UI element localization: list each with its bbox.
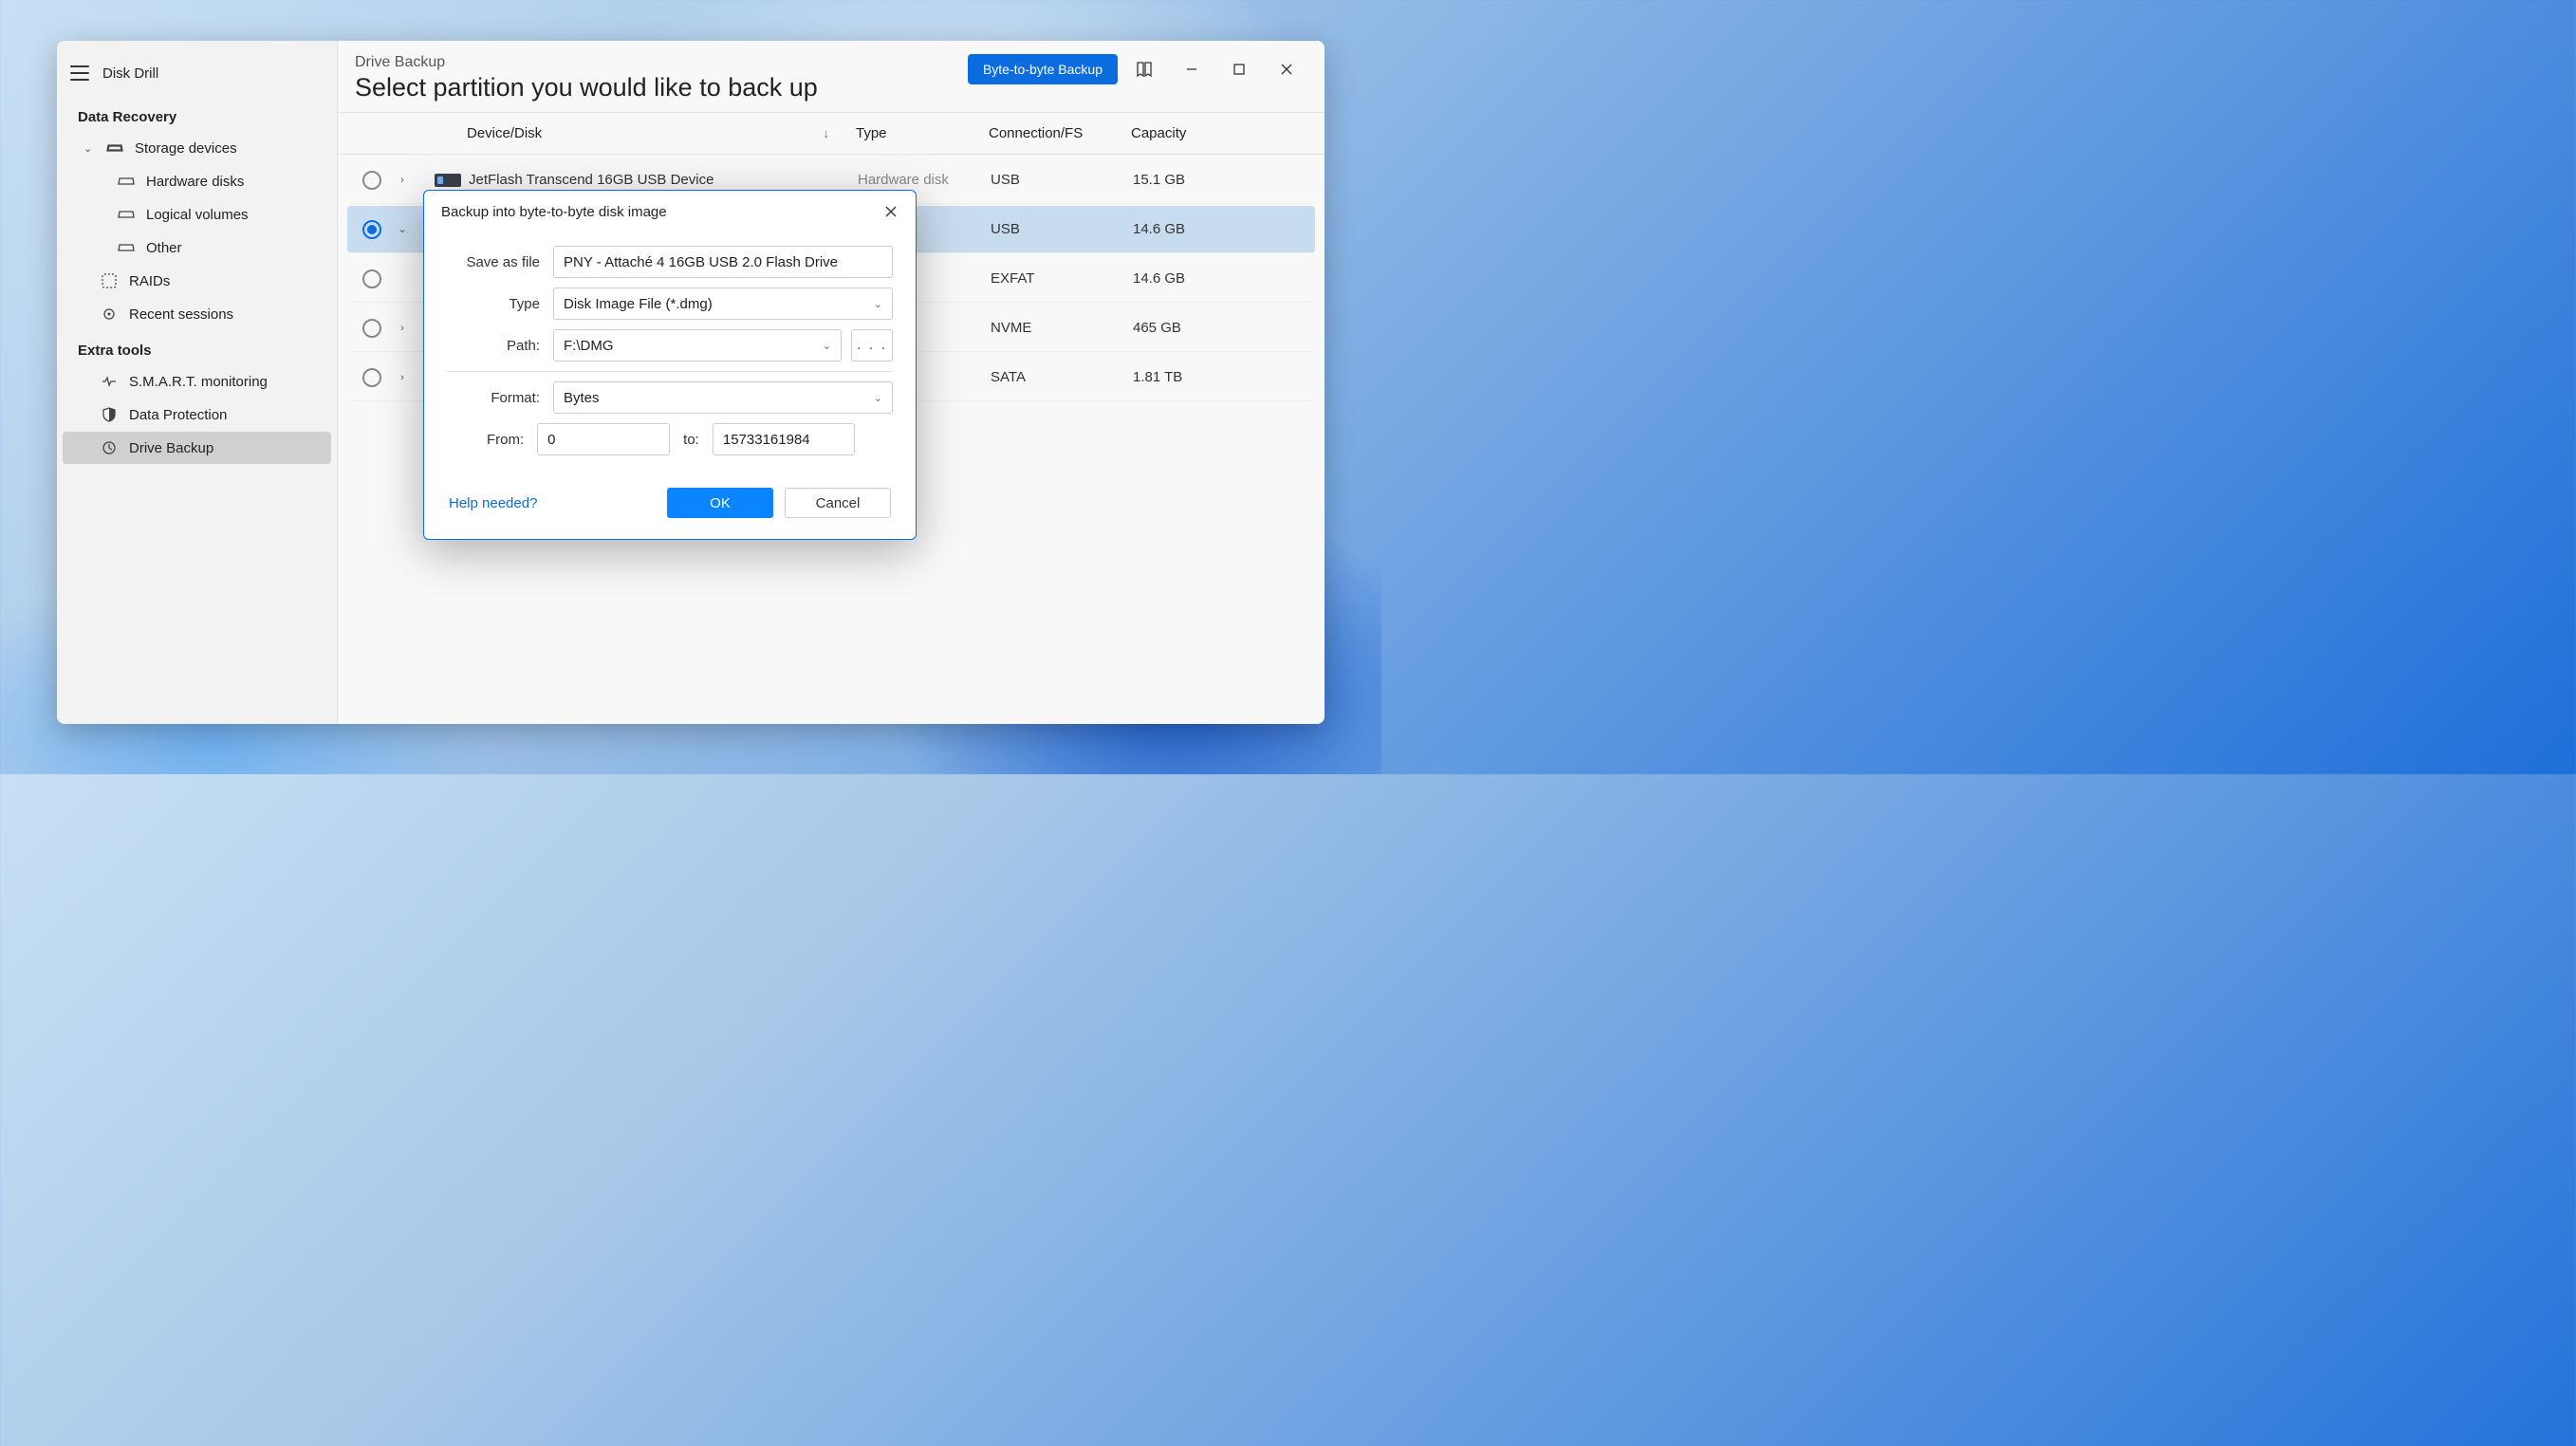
device-type: Hardware disk <box>858 172 991 188</box>
sidebar: Disk Drill Data Recovery ⌄ Storage devic… <box>57 41 338 724</box>
label: Recent sessions <box>129 306 233 323</box>
close-icon[interactable] <box>880 200 902 223</box>
type-label: Type <box>447 296 540 312</box>
chevron-right-icon[interactable]: › <box>397 372 408 383</box>
bookmark-icon[interactable] <box>1123 55 1165 83</box>
drive-icon <box>118 173 135 190</box>
device-capacity: 465 GB <box>1133 320 1275 336</box>
format-label: Format: <box>447 390 540 406</box>
radio-button[interactable] <box>362 319 381 338</box>
drive-icon <box>118 206 135 223</box>
sidebar-item-smart[interactable]: S.M.A.R.T. monitoring <box>63 365 331 398</box>
save-as-input[interactable] <box>553 246 893 278</box>
save-as-label: Save as file <box>447 254 540 270</box>
col-capacity[interactable]: Capacity <box>1123 125 1266 141</box>
app-name: Disk Drill <box>102 65 158 82</box>
section-extra-tools: Extra tools <box>57 331 337 364</box>
table-header: Device/Disk ↓ Type Connection/FS Capacit… <box>338 113 1325 155</box>
device-capacity: 15.1 GB <box>1133 172 1275 188</box>
col-connection[interactable]: Connection/FS <box>981 125 1123 141</box>
byte-to-byte-backup-button[interactable]: Byte-to-byte Backup <box>968 54 1118 84</box>
col-type[interactable]: Type <box>848 125 981 141</box>
radio-button[interactable] <box>362 269 381 288</box>
label: Logical volumes <box>146 207 249 223</box>
sidebar-item-drive-backup[interactable]: Drive Backup <box>63 432 331 464</box>
sidebar-item-other[interactable]: Other <box>63 232 331 264</box>
to-input[interactable] <box>713 423 855 455</box>
col-device[interactable]: Device/Disk <box>467 125 542 141</box>
from-input[interactable] <box>537 423 670 455</box>
titlebar: Disk Drill <box>57 48 337 98</box>
sidebar-item-data-protection[interactable]: Data Protection <box>63 399 331 431</box>
device-conn: USB <box>991 172 1133 188</box>
page-title: Select partition you would like to back … <box>355 73 968 102</box>
label: S.M.A.R.T. monitoring <box>129 374 268 390</box>
chevron-right-icon[interactable]: › <box>397 175 408 186</box>
label: Other <box>146 240 182 256</box>
dialog-title: Backup into byte-to-byte disk image <box>441 204 667 220</box>
maximize-button[interactable] <box>1218 55 1260 83</box>
cancel-button[interactable]: Cancel <box>785 488 891 518</box>
drive-icon <box>118 239 135 256</box>
path-label: Path: <box>447 338 540 354</box>
chevron-down-icon: ⌄ <box>874 298 882 310</box>
chevron-right-icon[interactable]: › <box>397 323 408 334</box>
device-conn: SATA <box>991 369 1133 385</box>
browse-button[interactable]: . . . <box>851 329 893 362</box>
label: RAIDs <box>129 273 170 289</box>
close-button[interactable] <box>1266 55 1307 83</box>
main-header: Drive Backup Select partition you would … <box>338 41 1325 113</box>
path-select[interactable]: F:\DMG ⌄ <box>553 329 842 362</box>
format-select[interactable]: Bytes ⌄ <box>553 381 893 414</box>
label: Drive Backup <box>129 440 213 456</box>
type-select[interactable]: Disk Image File (*.dmg) ⌄ <box>553 287 893 320</box>
device-capacity: 14.6 GB <box>1133 270 1275 287</box>
disk-icon <box>435 174 461 187</box>
label: Hardware disks <box>146 174 244 190</box>
chevron-down-icon: ⌄ <box>874 392 882 404</box>
sidebar-item-hardware-disks[interactable]: Hardware disks <box>63 165 331 197</box>
device-capacity: 14.6 GB <box>1133 221 1275 237</box>
heartbeat-icon <box>101 373 118 390</box>
gear-icon <box>101 306 118 323</box>
device-conn: USB <box>991 221 1133 237</box>
device-name: JetFlash Transcend 16GB USB Device <box>469 172 858 188</box>
breadcrumb: Drive Backup <box>355 54 968 71</box>
menu-icon[interactable] <box>70 65 89 81</box>
chevron-down-icon: ⌄ <box>83 142 95 155</box>
divider <box>447 371 893 372</box>
ok-button[interactable]: OK <box>667 488 773 518</box>
device-capacity: 1.81 TB <box>1133 369 1275 385</box>
to-label: to: <box>683 432 699 448</box>
radio-button[interactable] <box>362 368 381 387</box>
from-label: From: <box>487 432 524 448</box>
device-conn: EXFAT <box>991 270 1133 287</box>
shield-icon <box>101 406 118 423</box>
dialog-header: Backup into byte-to-byte disk image <box>424 191 916 231</box>
device-conn: NVME <box>991 320 1133 336</box>
label: Data Protection <box>129 407 227 423</box>
minimize-button[interactable] <box>1171 55 1213 83</box>
history-icon <box>101 439 118 456</box>
section-data-recovery: Data Recovery <box>57 98 337 131</box>
help-link[interactable]: Help needed? <box>449 495 537 511</box>
radio-button[interactable] <box>362 220 381 239</box>
raid-icon <box>101 272 118 289</box>
radio-button[interactable] <box>362 171 381 190</box>
sidebar-item-raids[interactable]: RAIDs <box>63 265 331 297</box>
chevron-down-icon[interactable]: ⌄ <box>397 223 408 235</box>
chevron-down-icon: ⌄ <box>823 340 831 352</box>
label: Storage devices <box>135 140 237 157</box>
sort-down-icon[interactable]: ↓ <box>824 126 842 140</box>
sidebar-item-logical-volumes[interactable]: Logical volumes <box>63 198 331 231</box>
sidebar-item-recent-sessions[interactable]: Recent sessions <box>63 298 331 330</box>
drive-icon <box>106 139 123 157</box>
backup-dialog: Backup into byte-to-byte disk image Save… <box>423 190 917 540</box>
sidebar-item-storage-devices[interactable]: ⌄ Storage devices <box>63 132 331 164</box>
